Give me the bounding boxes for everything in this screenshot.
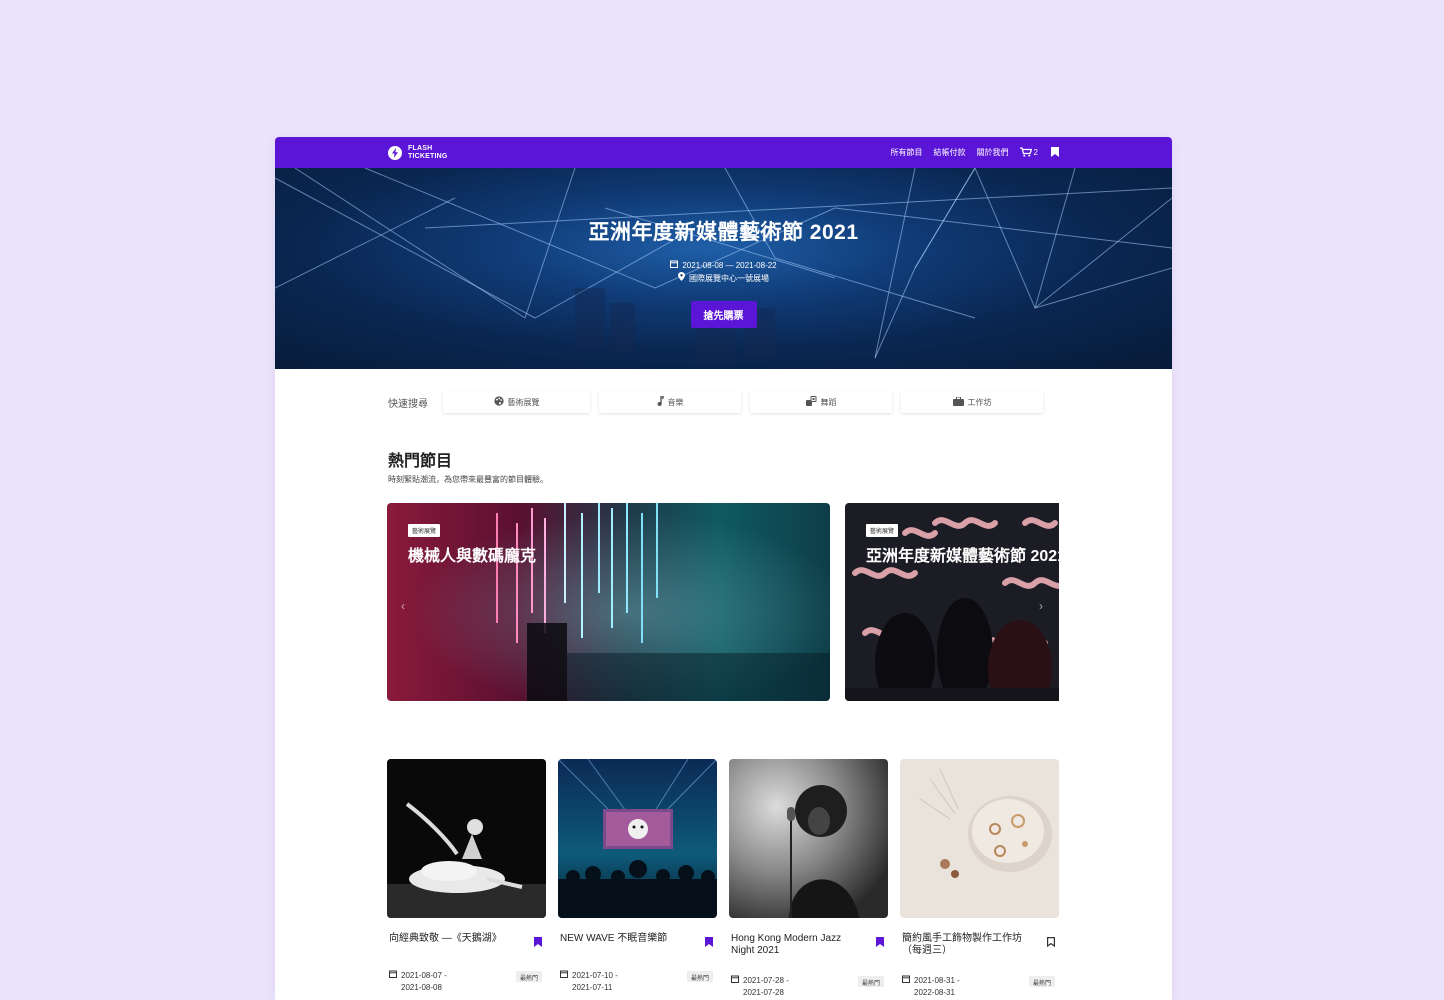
section-subtitle-hot: 時刻緊貼潮流，為您帶來最豐富的節目體驗。 [388,475,548,484]
bookmark-nav-icon[interactable] [1051,146,1059,159]
calendar-icon [560,970,568,994]
event-card[interactable]: NEW WAVE 不眠音樂節 2021-07-10 - 2021-07-11 最… [558,759,717,999]
bookmark-filled-icon[interactable] [534,934,542,952]
slide-category-tag: 藝術展覽 [866,524,899,537]
section-title-hot: 熱門節目 [388,453,453,470]
quick-search-dance[interactable]: 舞蹈 [750,391,892,413]
hero-banner: 亞洲年度新媒體藝術節 2021 2021-08-08 — 2021-08-22 … [275,168,1172,369]
event-date-end: 2022-08-31 [914,988,955,997]
quick-search-item-label: 音樂 [667,397,684,407]
top-navbar: FLASH TICKETING 所有節目 結帳付款 關於我們 2 [275,137,1172,168]
quick-search-workshop[interactable]: 工作坊 [901,391,1043,413]
quick-search-music[interactable]: 音樂 [599,391,741,413]
event-date-end: 2021-08-08 [401,983,442,992]
bookmark-filled-icon[interactable] [705,934,713,952]
cart-icon [1019,146,1032,159]
chevron-right-icon[interactable]: › [1039,599,1043,613]
slide-title: 機械人與數碼龐克 [408,548,537,565]
event-date-start: 2021-07-28 - [743,976,789,985]
nav-about[interactable]: 關於我們 [977,147,1009,158]
quick-search-item-label: 舞蹈 [820,397,837,407]
slide-title: 亞洲年度新媒體藝術節 2021 [866,548,1059,565]
slide-background-lights [387,503,830,701]
featured-carousel[interactable]: 藝術展覽 機械人與數碼龐克 ‹ 藝術展覽 亞洲年度新媒體藝術節 2021 › [387,503,1059,701]
hero-title: 亞洲年度新媒體藝術節 2021 [588,221,859,244]
hero-venue: 國際展覽中心一號展場 [689,273,769,283]
quick-search-item-label: 藝術展覽 [507,397,540,407]
cart-count: 2 [1033,148,1038,157]
event-date-start: 2021-08-07 - [401,971,447,980]
hot-badge: 最熱門 [686,971,713,982]
carousel-slide[interactable]: 藝術展覽 亞洲年度新媒體藝術節 2021 › [845,503,1059,701]
app-window: FLASH TICKETING 所有節目 結帳付款 關於我們 2 亞洲年度新媒體… [275,137,1172,1000]
event-card[interactable]: 簡約風手工飾物製作工作坊（每週三） 2021-08-31 - 2022-08-3… [900,759,1059,999]
bookmark-filled-icon[interactable] [876,934,884,952]
chevron-left-icon[interactable]: ‹ [401,599,405,613]
calendar-icon [670,260,679,272]
event-card-title: NEW WAVE 不眠音樂節 [560,933,668,944]
quick-search-label: 快速搜尋 [388,398,428,410]
slide-category-tag: 藝術展覽 [408,524,441,537]
quick-search-bar: 快速搜尋 藝術展覽 音樂 舞蹈 工作坊 [388,390,1060,414]
event-date-start: 2021-07-10 - [572,971,618,980]
masks-icon [805,396,817,408]
quick-search-item-label: 工作坊 [967,397,992,407]
event-date-end: 2021-07-11 [572,983,613,992]
event-card-grid: 向經典致敬 —《天鵝湖》 2021-08-07 - 2021-08-08 最熱門 [387,759,1059,999]
calendar-icon [389,970,397,994]
lightning-icon [388,145,402,160]
cart-button[interactable]: 2 [1019,146,1038,159]
event-card-title: 向經典致敬 —《天鵝湖》 [389,933,502,944]
hot-badge: 最熱門 [1028,976,1055,987]
location-pin-icon [678,272,685,285]
quick-search-art-exhibition[interactable]: 藝術展覽 [443,391,590,413]
event-date-start: 2021-08-31 - [914,976,960,985]
event-card-title: 簡約風手工飾物製作工作坊（每週三） [902,933,1022,956]
event-card-title: Hong Kong Modern Jazz Night 2021 [731,933,842,956]
event-date-end: 2021-07-28 [743,988,784,997]
carousel-slide[interactable]: 藝術展覽 機械人與數碼龐克 ‹ [387,503,830,701]
hero-dates: 2021-08-08 — 2021-08-22 [682,261,777,270]
event-card-image [729,759,888,918]
briefcase-icon [952,396,964,408]
buy-tickets-button[interactable]: 搶先購票 [690,301,757,328]
event-card-image [900,759,1059,918]
event-card-image [558,759,717,918]
event-card[interactable]: Hong Kong Modern Jazz Night 2021 2021-07… [729,759,888,999]
event-card[interactable]: 向經典致敬 —《天鵝湖》 2021-08-07 - 2021-08-08 最熱門 [387,759,546,999]
hot-badge: 最熱門 [857,976,884,987]
nav-checkout[interactable]: 結帳付款 [934,147,966,158]
calendar-icon [902,975,910,999]
brand-line-2: TICKETING [408,152,448,160]
bookmark-outline-icon[interactable] [1047,934,1055,952]
palette-icon [493,396,504,408]
music-note-icon [657,395,664,408]
event-card-image [387,759,546,918]
hot-badge: 最熱門 [515,971,542,982]
nav-all-events[interactable]: 所有節目 [891,147,923,158]
brand-line-1: FLASH [408,144,433,152]
calendar-icon [731,975,739,999]
brand-logo[interactable]: FLASH TICKETING [388,145,448,161]
